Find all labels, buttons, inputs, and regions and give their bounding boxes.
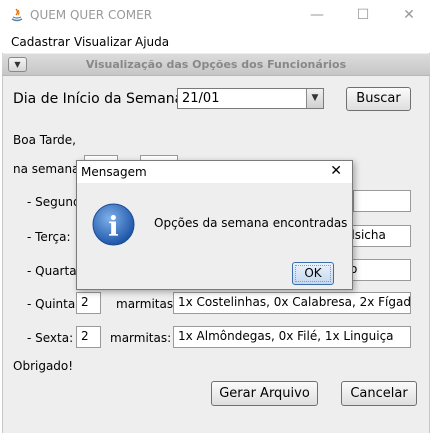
day-label-tuesday: - Terça:	[27, 230, 71, 244]
thursday-units-label: marmitas:	[116, 297, 178, 311]
day-label-friday: - Sexta:	[27, 331, 74, 345]
window-title: QUEM QUER COMER	[30, 8, 153, 22]
dialog-title: Mensagem	[81, 165, 147, 179]
ok-button[interactable]: OK	[292, 262, 334, 285]
search-button[interactable]: Buscar	[346, 87, 411, 111]
internal-frame-title: Visualização das Opções dos Funcionários	[85, 58, 347, 71]
message-dialog: Mensagem ✕ i Opções da semana encontrada…	[76, 160, 353, 290]
day-label-wednesday: - Quarta:	[27, 264, 81, 278]
friday-units-label: marmitas:	[110, 331, 172, 345]
friday-qty-field[interactable]: 2	[76, 326, 101, 348]
menu-ajuda[interactable]: Ajuda	[135, 35, 169, 49]
thursday-qty-field[interactable]: 2	[76, 292, 101, 314]
generate-file-button[interactable]: Gerar Arquivo	[211, 381, 318, 406]
java-icon	[11, 8, 23, 22]
info-icon: i	[92, 203, 135, 246]
thursday-options-field[interactable]: 1x Costelinhas, 0x Calabresa, 2x Fígado	[173, 292, 411, 314]
window-titlebar: QUEM QUER COMER — ☐ ✕	[0, 0, 432, 30]
week-start-value: 21/01	[182, 91, 220, 106]
dialog-message: Opções da semana encontradas	[154, 216, 348, 230]
dialog-close-button[interactable]: ✕	[330, 163, 342, 179]
friday-options-field[interactable]: 1x Almôndegas, 0x Filé, 1x Linguiça	[173, 326, 411, 348]
cancel-button[interactable]: Cancelar	[341, 381, 417, 406]
menu-visualizar[interactable]: Visualizar	[74, 35, 132, 49]
minimize-button[interactable]: —	[294, 0, 340, 30]
dialog-titlebar: Mensagem ✕	[77, 161, 352, 183]
wednesday-options-field[interactable]: o	[347, 259, 411, 281]
menu-cadastrar[interactable]: Cadastrar	[11, 35, 70, 49]
thanks-label: Obrigado!	[13, 359, 74, 373]
maximize-button[interactable]: ☐	[340, 0, 386, 30]
close-button[interactable]: ✕	[386, 0, 432, 30]
week-start-combo[interactable]: 21/01 ▼	[177, 88, 324, 109]
menu-bar: Cadastrar Visualizar Ajuda	[0, 32, 432, 52]
week-line-label: na semana	[13, 162, 80, 176]
day-label-thursday: - Quinta:	[27, 297, 80, 311]
monday-options-field[interactable]	[353, 190, 411, 212]
week-start-label: Dia de Início da Semana:	[13, 91, 188, 107]
greeting-label: Boa Tarde,	[13, 133, 76, 147]
day-label-monday: - Segund	[27, 195, 81, 209]
chevron-down-icon[interactable]: ▼	[306, 89, 323, 108]
svg-text:i: i	[108, 210, 118, 242]
internal-frame-titlebar: ▼ Visualização das Opções dos Funcionári…	[2, 54, 430, 76]
